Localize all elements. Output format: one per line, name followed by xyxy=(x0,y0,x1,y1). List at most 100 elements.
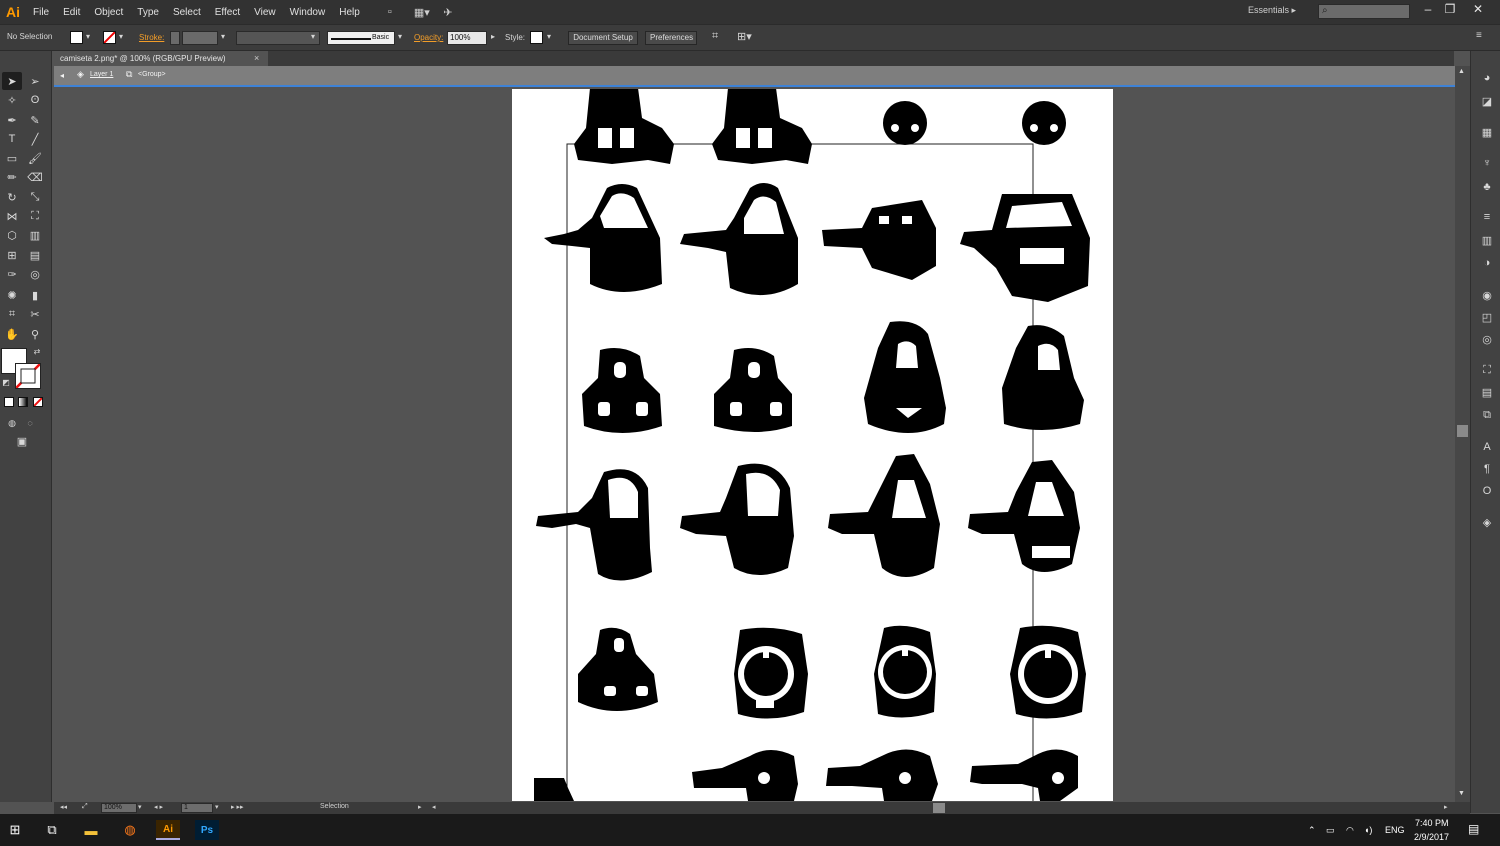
document-setup-button[interactable]: Document Setup xyxy=(568,31,638,45)
scroll-up-icon[interactable]: ▲ xyxy=(1458,68,1465,75)
stroke-label[interactable]: Stroke: xyxy=(139,33,164,47)
tray-expand-icon[interactable]: ⌃ xyxy=(1308,825,1316,836)
image-trace-icon[interactable]: ◎ xyxy=(1478,331,1496,347)
layers-icon[interactable]: ◈ xyxy=(1478,514,1496,530)
shape-builder-tool-icon[interactable]: ⬡ xyxy=(2,226,22,244)
scroll-left-icon[interactable]: ◂ xyxy=(432,803,436,811)
zoom-dropdown-icon[interactable]: ▾ xyxy=(138,803,142,811)
slice-tool-icon[interactable]: ✂ xyxy=(25,305,45,323)
align-panel-icon[interactable]: ⊞▾ xyxy=(737,30,752,44)
menu-effect[interactable]: Effect xyxy=(208,7,247,18)
status-menu-icon[interactable]: ▸ xyxy=(418,803,422,811)
width-tool-icon[interactable]: ⋈ xyxy=(2,207,22,225)
volume-icon[interactable]: ◖) xyxy=(1364,825,1372,835)
search-field[interactable]: ⌕ xyxy=(1318,4,1410,19)
draw-behind-icon[interactable]: ◌ xyxy=(20,414,40,432)
illustrator-taskbar-icon[interactable]: Ai xyxy=(156,820,180,840)
stroke-color-box[interactable] xyxy=(15,363,41,389)
gradient-tool-icon[interactable]: ▤ xyxy=(25,246,45,264)
artboard-dropdown-icon[interactable]: ▾ xyxy=(215,803,219,811)
scroll-right-icon[interactable]: ▸ xyxy=(1444,803,1448,811)
symbols-icon[interactable]: ♣ xyxy=(1478,179,1496,195)
character-icon[interactable]: A xyxy=(1478,439,1496,455)
variable-width-profile[interactable] xyxy=(236,31,320,45)
lasso-tool-icon[interactable]: ʘ xyxy=(25,91,45,109)
battery-icon[interactable]: ▭ xyxy=(1326,825,1335,836)
close-window-button[interactable]: ✕ xyxy=(1468,2,1488,20)
menu-help[interactable]: Help xyxy=(332,7,367,18)
menu-window[interactable]: Window xyxy=(283,7,333,18)
rectangle-tool-icon[interactable]: ▭ xyxy=(2,149,22,167)
color-panel-icon[interactable]: ◪ xyxy=(1478,93,1496,109)
close-tab-icon[interactable]: × xyxy=(254,51,259,66)
vertical-scroll-thumb[interactable] xyxy=(1457,425,1468,437)
none-mode-icon[interactable] xyxy=(33,397,43,407)
gpu-performance-icon[interactable]: ✈ xyxy=(439,4,457,20)
pedal-cleat-artwork[interactable] xyxy=(512,89,1113,802)
next-artboard-icon[interactable]: ▸ ▸▸ xyxy=(231,803,244,811)
stroke-panel-icon[interactable]: ≡ xyxy=(1478,209,1496,225)
wifi-icon[interactable]: ◠ xyxy=(1346,825,1354,836)
direct-selection-tool-icon[interactable]: ➢ xyxy=(25,72,45,90)
eyedropper-tool-icon[interactable]: ✑ xyxy=(2,265,22,283)
blend-tool-icon[interactable]: ◎ xyxy=(25,265,45,283)
firefox-icon[interactable]: ◍ xyxy=(118,820,142,840)
brush-dropdown-icon[interactable]: ▾ xyxy=(398,32,402,46)
align-icon[interactable]: ▤ xyxy=(1478,384,1496,400)
horizontal-scroll-thumb[interactable] xyxy=(933,803,945,813)
menu-view[interactable]: View xyxy=(247,7,283,18)
fill-swatch[interactable] xyxy=(70,31,83,44)
windows-start-icon[interactable]: ⊞ xyxy=(3,820,27,840)
paragraph-icon[interactable]: ¶ xyxy=(1478,461,1496,477)
canvas[interactable] xyxy=(54,89,1455,802)
bridge-icon[interactable]: ▫ xyxy=(381,4,399,20)
stroke-dropdown-icon[interactable]: ▾ xyxy=(119,32,123,46)
arrange-documents-icon[interactable]: ▦▾ xyxy=(413,4,431,20)
menu-type[interactable]: Type xyxy=(130,7,166,18)
minimize-button[interactable]: – xyxy=(1418,2,1438,20)
opacity-field[interactable]: 100% xyxy=(447,31,487,45)
clock-time[interactable]: 7:40 PM xyxy=(1415,818,1449,828)
artboard-tool-icon[interactable]: ⌗ xyxy=(2,305,22,323)
paintbrush-tool-icon[interactable]: 🖌 xyxy=(25,149,45,167)
task-view-icon[interactable]: ⧉ xyxy=(40,820,64,840)
prev-artboard-icon[interactable]: ◂ ▸ xyxy=(154,803,163,811)
color-guide-icon[interactable]: ◕ xyxy=(1478,70,1496,86)
isolate-icon[interactable]: ⌗ xyxy=(712,30,718,44)
column-graph-tool-icon[interactable]: ▮ xyxy=(25,286,45,304)
artboard-number-field[interactable]: 1 xyxy=(181,803,213,813)
perspective-grid-tool-icon[interactable]: ▥ xyxy=(25,226,45,244)
stroke-weight-stepper[interactable] xyxy=(170,31,180,45)
rotate-tool-icon[interactable]: ↻ xyxy=(2,188,22,206)
brushes-icon[interactable]: ♆ xyxy=(1478,155,1496,171)
transform-icon[interactable]: ⛶ xyxy=(1478,362,1496,378)
hand-tool-icon[interactable]: ✋ xyxy=(2,325,22,343)
eraser-tool-icon[interactable]: ⌫ xyxy=(25,168,45,186)
stroke-weight-field[interactable] xyxy=(182,31,218,45)
pathfinder-icon[interactable]: ⧉ xyxy=(1478,407,1496,423)
language-indicator[interactable]: ENG xyxy=(1385,825,1405,835)
opacity-label[interactable]: Opacity: xyxy=(414,33,443,47)
menu-object[interactable]: Object xyxy=(87,7,130,18)
artboard-navigator-icon[interactable]: ⤢ xyxy=(82,803,88,811)
selection-tool-icon[interactable]: ➤ xyxy=(2,72,22,90)
swatches-icon[interactable]: ▦ xyxy=(1478,124,1496,140)
menu-edit[interactable]: Edit xyxy=(56,7,87,18)
color-mode-icon[interactable] xyxy=(4,397,14,407)
stroke-swatch[interactable] xyxy=(103,31,116,44)
opacity-dropdown-icon[interactable]: ▸ xyxy=(491,32,495,46)
style-dropdown-icon[interactable]: ▾ xyxy=(547,32,551,46)
pencil-tool-icon[interactable]: ✏ xyxy=(2,168,22,186)
isolation-layer-link[interactable]: Layer 1 xyxy=(90,71,113,78)
panel-menu-icon[interactable]: ≡ xyxy=(1476,30,1482,44)
stroke-weight-dropdown-icon[interactable]: ▾ xyxy=(221,32,225,46)
preferences-button[interactable]: Preferences xyxy=(645,31,697,45)
clock-date[interactable]: 2/9/2017 xyxy=(1414,832,1449,842)
profile-dropdown-icon[interactable]: ▾ xyxy=(311,32,315,46)
curvature-tool-icon[interactable]: ✎ xyxy=(25,111,45,129)
back-arrow-icon[interactable]: ◂ xyxy=(60,71,64,80)
menu-file[interactable]: File xyxy=(26,7,56,18)
gradient-panel-icon[interactable]: ▥ xyxy=(1478,232,1496,248)
gradient-mode-icon[interactable] xyxy=(18,397,28,407)
zoom-tool-icon[interactable]: ⚲ xyxy=(25,325,45,343)
